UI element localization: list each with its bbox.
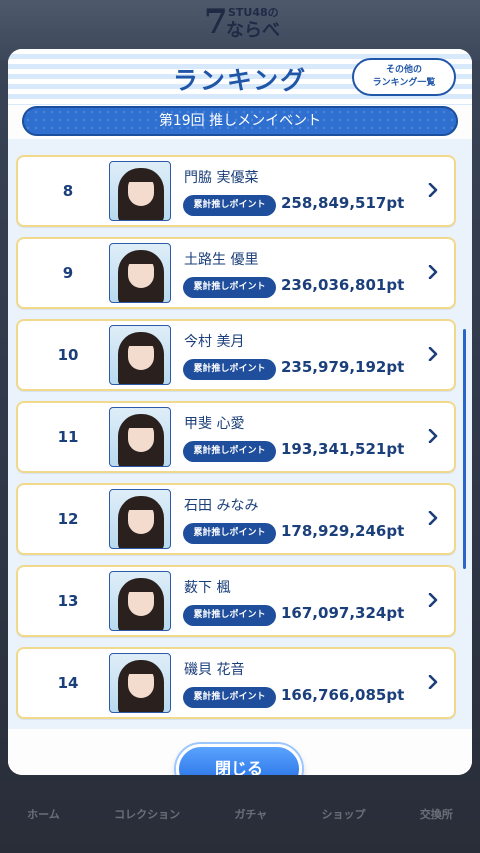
ranking-row-11[interactable]: 11 甲斐 心愛 累計推しポイント 193,341,521pt	[16, 401, 456, 473]
member-name: 磯貝 花音	[184, 662, 245, 678]
cumulative-points-badge: 累計推しポイント	[183, 195, 276, 216]
member-name: 門脇 実優菜	[184, 170, 259, 186]
points-value: 167,097,324pt	[281, 604, 405, 622]
rank-number: 14	[57, 674, 79, 692]
other-ranking-list-button[interactable]: その他の ランキング一覧	[352, 58, 456, 96]
chevron-right-icon[interactable]	[428, 429, 438, 443]
ranking-row-10[interactable]: 10 今村 美月 累計推しポイント 235,979,192pt	[16, 319, 456, 391]
cumulative-points-badge: 累計推しポイント	[183, 605, 276, 626]
ranking-row-9[interactable]: 9 土路生 優里 累計推しポイント 236,036,801pt	[16, 237, 456, 309]
member-photo	[109, 325, 171, 385]
member-photo	[109, 407, 171, 467]
member-photo	[109, 161, 171, 221]
rank-number: 9	[62, 264, 74, 282]
member-photo	[109, 571, 171, 631]
member-name: 薮下 楓	[184, 580, 231, 596]
cumulative-points-badge: 累計推しポイント	[183, 359, 276, 380]
member-photo	[109, 243, 171, 303]
cumulative-points-badge: 累計推しポイント	[183, 523, 276, 544]
points-value: 193,341,521pt	[281, 440, 405, 458]
chevron-right-icon[interactable]	[428, 347, 438, 361]
chevron-right-icon[interactable]	[428, 265, 438, 279]
rank-number: 10	[57, 346, 79, 364]
chevron-right-icon[interactable]	[428, 511, 438, 525]
member-name: 甲斐 心愛	[184, 416, 245, 432]
rank-number: 13	[57, 592, 79, 610]
points-value: 166,766,085pt	[281, 686, 405, 704]
chevron-right-icon[interactable]	[428, 183, 438, 197]
cumulative-points-badge: 累計推しポイント	[183, 441, 276, 462]
ranking-row-14[interactable]: 14 磯貝 花音 累計推しポイント 166,766,085pt	[16, 647, 456, 719]
ranking-modal: ランキング その他の ランキング一覧 第19回 推しメンイベント 8 門脇 実優…	[8, 49, 472, 775]
member-name: 石田 みなみ	[184, 498, 259, 514]
close-button[interactable]: 閉じる	[176, 744, 302, 775]
other-ranking-label-1: その他の	[385, 65, 422, 75]
rank-number: 8	[62, 182, 74, 200]
rank-number: 12	[57, 510, 79, 528]
event-title-bar: 第19回 推しメンイベント	[22, 106, 458, 136]
rank-number: 11	[57, 428, 79, 446]
other-ranking-label-2: ランキング一覧	[372, 78, 436, 88]
scrollbar[interactable]	[463, 329, 466, 569]
member-name: 今村 美月	[184, 334, 245, 350]
chevron-right-icon[interactable]	[428, 675, 438, 689]
cumulative-points-badge: 累計推しポイント	[183, 687, 276, 708]
member-name: 土路生 優里	[184, 252, 259, 268]
points-value: 258,849,517pt	[281, 194, 405, 212]
cumulative-points-badge: 累計推しポイント	[183, 277, 276, 298]
points-value: 236,036,801pt	[281, 276, 405, 294]
points-value: 235,979,192pt	[281, 358, 405, 376]
chevron-right-icon[interactable]	[428, 593, 438, 607]
member-photo	[109, 489, 171, 549]
ranking-row-8[interactable]: 8 門脇 実優菜 累計推しポイント 258,849,517pt	[16, 155, 456, 227]
points-value: 178,929,246pt	[281, 522, 405, 540]
member-photo	[109, 653, 171, 713]
ranking-row-13[interactable]: 13 薮下 楓 累計推しポイント 167,097,324pt	[16, 565, 456, 637]
ranking-list[interactable]: 8 門脇 実優菜 累計推しポイント 258,849,517pt 9 土路生 優里…	[8, 139, 472, 729]
scrollbar-thumb[interactable]	[463, 329, 466, 569]
ranking-row-12[interactable]: 12 石田 みなみ 累計推しポイント 178,929,246pt	[16, 483, 456, 555]
